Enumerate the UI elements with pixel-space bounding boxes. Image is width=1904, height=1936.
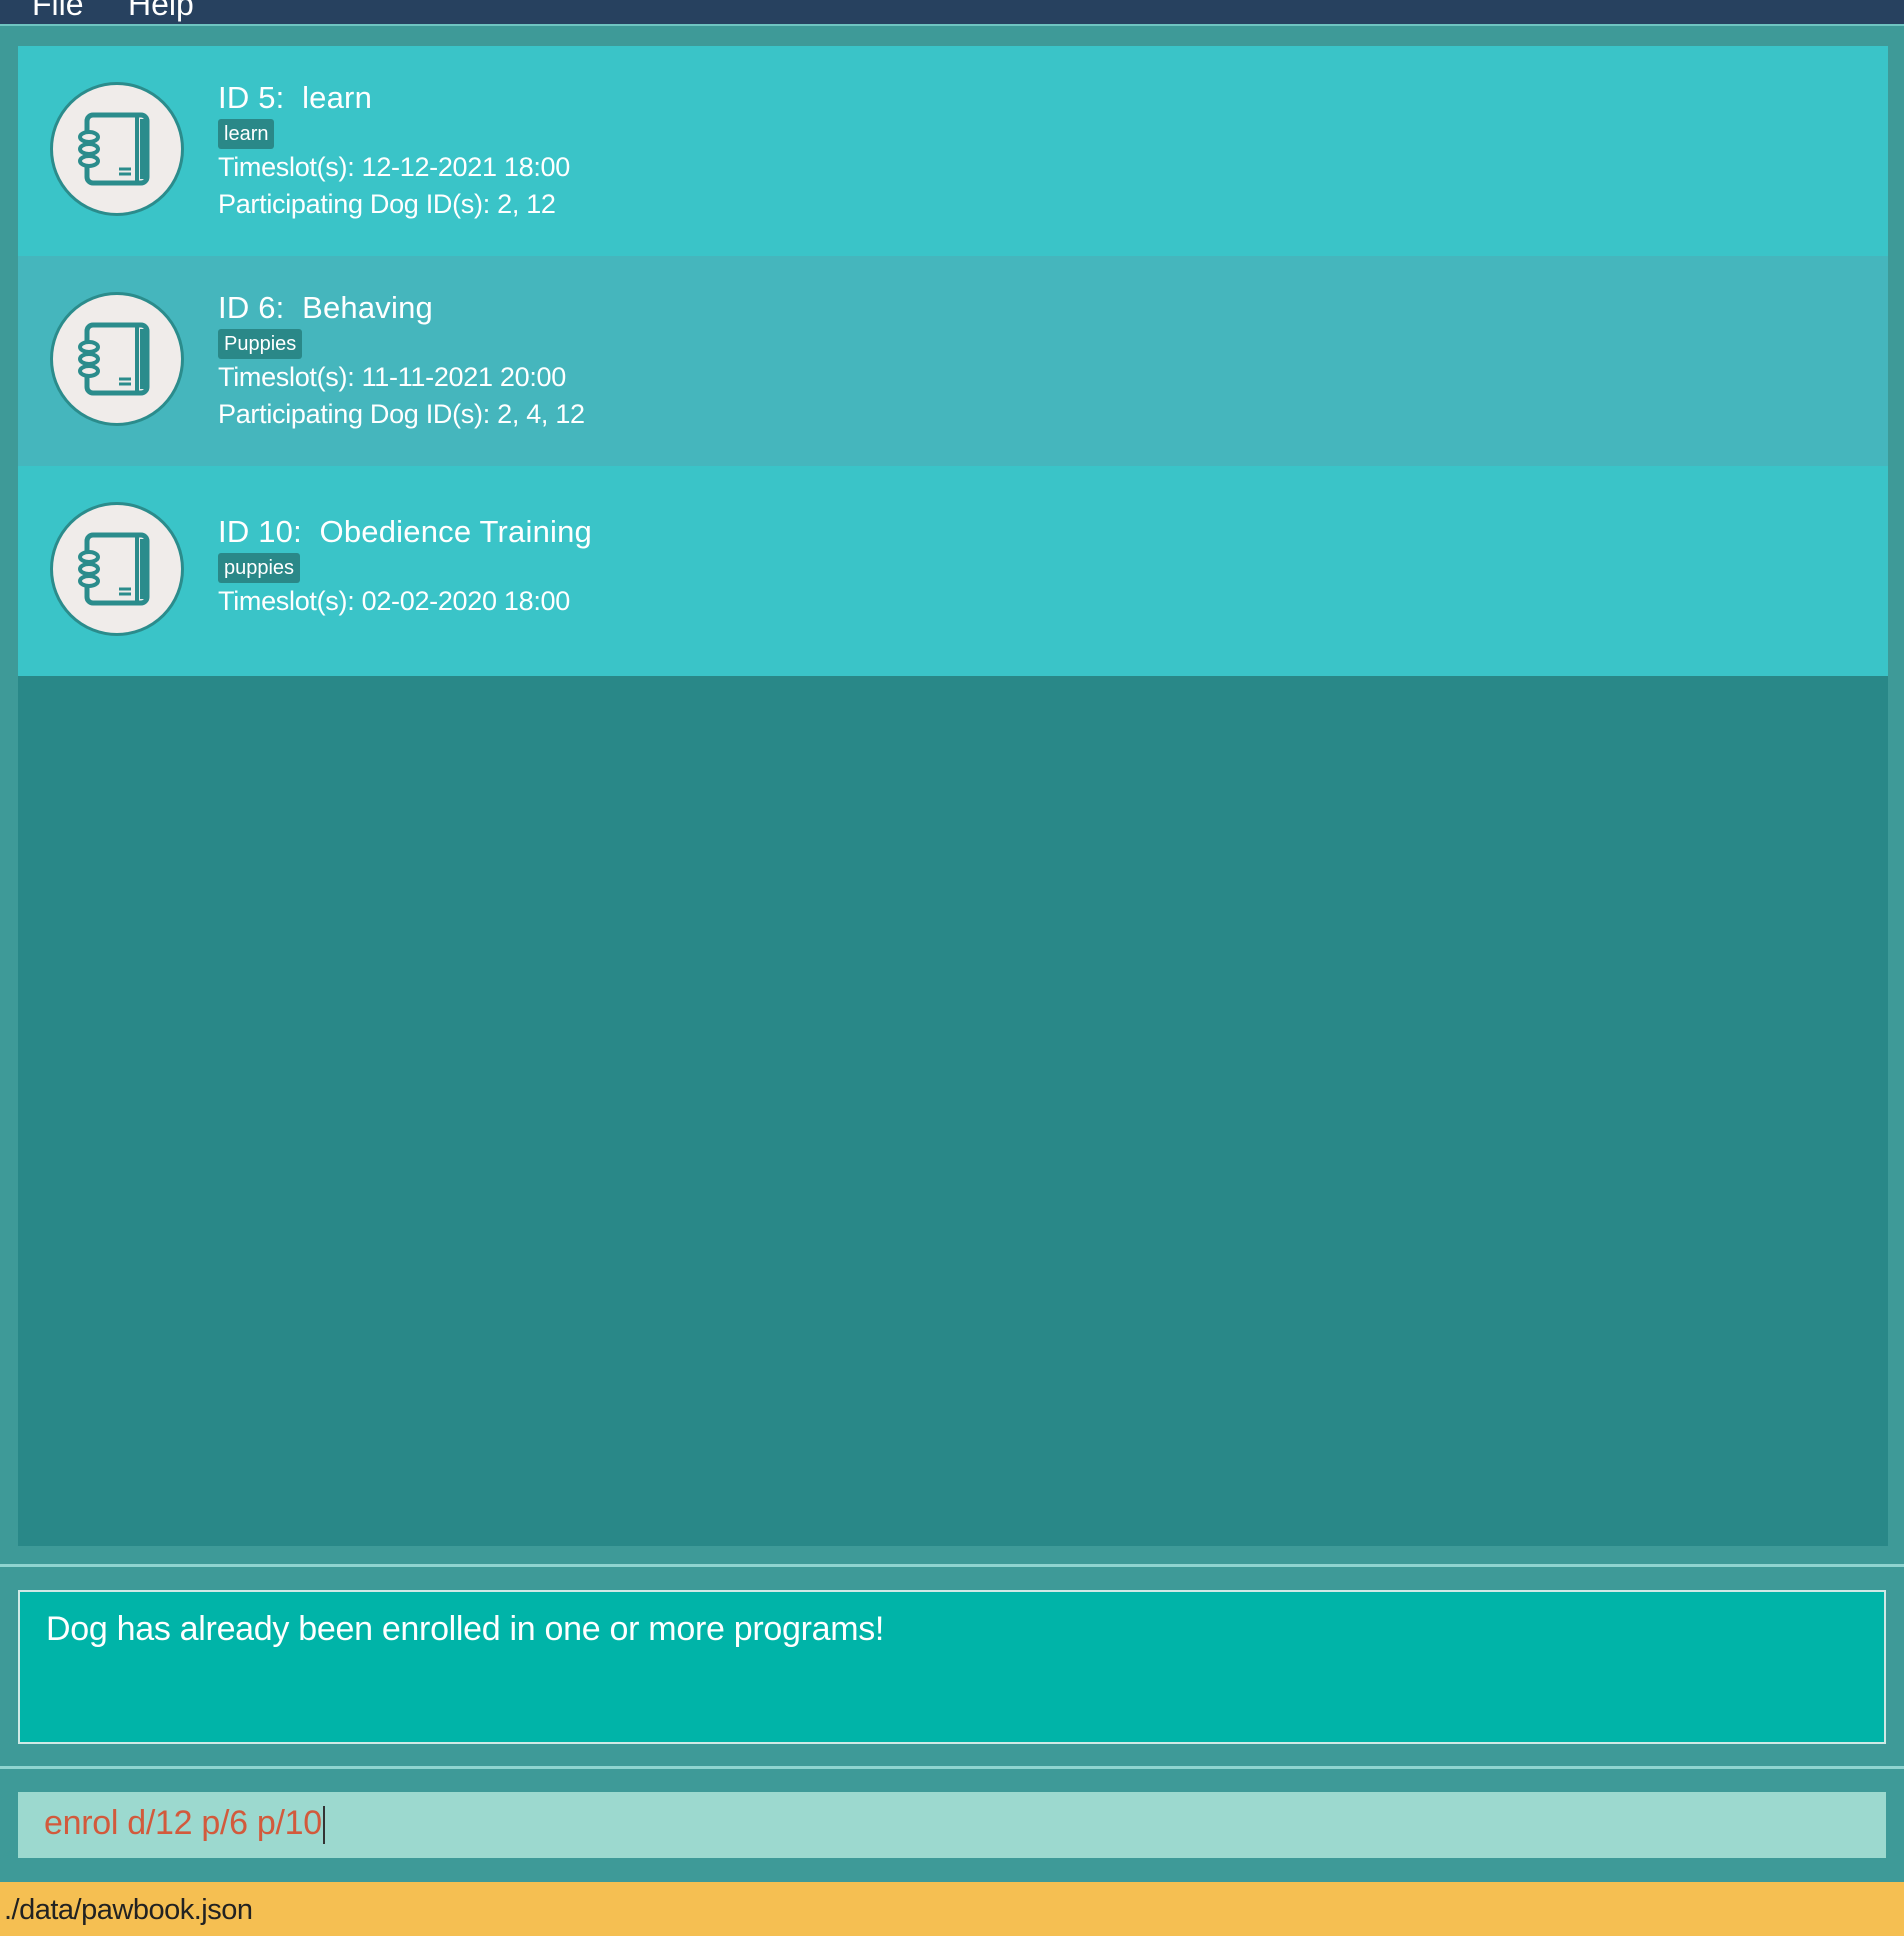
program-tag: learn [218, 119, 275, 149]
program-timeslots: Timeslot(s): 11-11-2021 20:00 [218, 362, 566, 392]
notebook-icon [50, 82, 184, 216]
notebook-icon [50, 502, 184, 636]
menu-bar: File Help [0, 0, 1904, 26]
program-title: ID 6: Behaving [218, 290, 433, 325]
program-dog-ids: Participating Dog ID(s): 2, 12 [218, 189, 556, 219]
program-timeslots: Timeslot(s): 02-02-2020 18:00 [218, 586, 570, 616]
menu-help[interactable]: Help [128, 0, 194, 23]
program-tag: Puppies [218, 329, 303, 359]
program-title: ID 10: Obedience Training [218, 514, 592, 549]
status-bar: ./data/pawbook.json [0, 1882, 1904, 1936]
program-card[interactable]: ID 6: Behaving Puppies Timeslot(s): 11-1… [18, 256, 1888, 466]
menu-file[interactable]: File [32, 0, 84, 23]
program-list[interactable]: ID 5: learn learn Timeslot(s): 12-12-202… [18, 46, 1888, 1546]
text-caret [322, 1806, 325, 1845]
program-card[interactable]: ID 5: learn learn Timeslot(s): 12-12-202… [18, 46, 1888, 256]
notebook-icon [50, 292, 184, 426]
command-text: enrol d/12 p/6 p/10 [44, 1804, 325, 1845]
command-input[interactable]: enrol d/12 p/6 p/10 [18, 1792, 1886, 1858]
program-title: ID 5: learn [218, 80, 373, 115]
program-dog-ids: Participating Dog ID(s): 2, 4, 12 [218, 399, 585, 429]
divider [0, 1766, 1904, 1769]
divider [0, 1564, 1904, 1567]
program-card[interactable]: ID 10: Obedience Training puppies Timesl… [18, 466, 1888, 676]
program-timeslots: Timeslot(s): 12-12-2021 18:00 [218, 152, 570, 182]
result-display: Dog has already been enrolled in one or … [18, 1590, 1886, 1744]
result-message: Dog has already been enrolled in one or … [46, 1610, 885, 1648]
program-tag: puppies [218, 553, 301, 583]
data-file-path: ./data/pawbook.json [4, 1894, 253, 1926]
